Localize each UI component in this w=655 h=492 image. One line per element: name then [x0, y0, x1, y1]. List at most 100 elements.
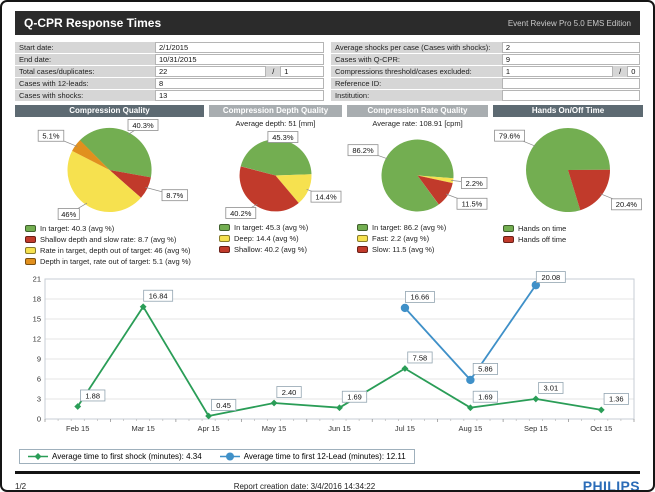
- field-row-cases-12-leads: Cases with 12-leads: 8: [15, 78, 324, 89]
- slash-separator: /: [613, 66, 627, 77]
- legend-item: Shallow: 40.2 (avg %): [209, 245, 342, 254]
- legend-label: In target: 40.3 (avg %): [40, 224, 114, 233]
- legend-swatch-icon: [503, 225, 514, 232]
- field-value: [502, 90, 640, 101]
- legend-item: Hands off time: [493, 235, 643, 244]
- svg-text:Oct 15: Oct 15: [590, 424, 612, 433]
- svg-text:5.1%: 5.1%: [42, 132, 59, 141]
- column-hands-on-off-time: Hands On/Off Time 79.6% 20.4% Hands on ti…: [493, 105, 643, 266]
- legend-item: Slow: 11.5 (avg %): [347, 245, 488, 254]
- legend-swatch-icon: [25, 258, 36, 265]
- line-chart-legend: Average time to first shock (minutes): 4…: [19, 449, 415, 464]
- legend-label: Hands on time: [518, 224, 566, 233]
- legend-swatch-icon: [25, 247, 36, 254]
- legend-label: Slow: 11.5 (avg %): [372, 245, 434, 254]
- section-header-hands-on-off-time: Hands On/Off Time: [493, 105, 643, 117]
- column-compression-quality: Compression Quality 40.3% 8.7% 46% 5.1% In …: [15, 105, 204, 266]
- legend-label: Average time to first shock (minutes): 4…: [52, 452, 202, 461]
- pie-legend-compression-depth-quality: In target: 45.3 (avg %) Deep: 14.4 (avg %…: [209, 223, 342, 254]
- svg-text:0.45: 0.45: [216, 401, 231, 410]
- report-page: Q-CPR Response Times Event Review Pro 5.…: [0, 0, 655, 492]
- page-number: 1/2: [15, 482, 26, 491]
- average-rate-label: Average rate: 108.91 [cpm]: [347, 118, 488, 129]
- svg-text:5.86: 5.86: [478, 365, 493, 374]
- pie-legend-compression-quality: In target: 40.3 (avg %) Shallow depth and…: [15, 224, 204, 266]
- titlebar: Q-CPR Response Times Event Review Pro 5.…: [15, 11, 640, 35]
- field-row-avg-shocks: Average shocks per case (Cases with shoc…: [331, 42, 640, 53]
- svg-text:18: 18: [33, 295, 41, 304]
- legend-swatch-icon: [357, 235, 368, 242]
- svg-text:14.4%: 14.4%: [315, 192, 337, 201]
- field-label: Cases with 12-leads:: [15, 78, 155, 89]
- svg-text:15: 15: [33, 315, 41, 324]
- legend-label: In target: 45.3 (avg %): [234, 223, 308, 232]
- field-row-cases-shocks: Cases with shocks: 13: [15, 90, 324, 101]
- average-depth-label: Average depth: 51 [mm]: [209, 118, 342, 129]
- section-header-compression-quality: Compression Quality: [15, 105, 204, 117]
- series-marker-first-shock-icon: [28, 452, 48, 461]
- footer-rule: [15, 471, 640, 474]
- legend-label: Depth in target, rate out of target: 5.1…: [40, 257, 191, 266]
- page-title: Q-CPR Response Times: [24, 16, 161, 30]
- field-label: Compressions threshold/cases excluded:: [331, 66, 502, 77]
- field-row-total-cases: Total cases/duplicates: 22 / 1: [15, 66, 324, 77]
- svg-text:20.4%: 20.4%: [616, 200, 638, 209]
- pie-section: Compression Quality 40.3% 8.7% 46% 5.1% In …: [15, 105, 640, 266]
- svg-text:1.69: 1.69: [347, 393, 362, 402]
- field-value: [502, 78, 640, 89]
- svg-text:16.84: 16.84: [149, 292, 168, 301]
- svg-text:7.58: 7.58: [413, 353, 428, 362]
- edition-label: Event Review Pro 5.0 EMS Edition: [508, 19, 631, 28]
- field-value-2: 0: [627, 66, 640, 77]
- field-row-institution: Institution:: [331, 90, 640, 101]
- legend-swatch-icon: [357, 246, 368, 253]
- legend-swatch-icon: [357, 224, 368, 231]
- svg-text:21: 21: [33, 275, 41, 284]
- legend-label: Deep: 14.4 (avg %): [234, 234, 299, 243]
- legend-label: Fast: 2.2 (avg %): [372, 234, 429, 243]
- legend-swatch-icon: [219, 224, 230, 231]
- legend-label: Hands off time: [518, 235, 566, 244]
- pie-chart-compression-quality: 40.3% 8.7% 46% 5.1%: [15, 117, 204, 221]
- svg-text:Feb 15: Feb 15: [66, 424, 89, 433]
- field-value: 2: [502, 42, 640, 53]
- field-value: 1: [502, 66, 613, 77]
- field-row-end-date: End date: 10/31/2015: [15, 54, 324, 65]
- legend-item: Depth in target, rate out of target: 5.1…: [15, 257, 204, 266]
- svg-text:1.36: 1.36: [609, 395, 624, 404]
- svg-text:2.40: 2.40: [282, 388, 297, 397]
- pie-legend-compression-rate-quality: In target: 86.2 (avg %)Fast: 2.2 (avg %)…: [347, 223, 488, 254]
- svg-text:0: 0: [37, 415, 41, 424]
- legend-item: Fast: 2.2 (avg %): [347, 234, 488, 243]
- section-header-compression-rate-quality: Compression Rate Quality: [347, 105, 488, 117]
- legend-label: Shallow: 40.2 (avg %): [234, 245, 307, 254]
- svg-text:9: 9: [37, 355, 41, 364]
- pie-chart-compression-rate-quality: 86.2%2.2%11.5%: [347, 129, 488, 220]
- legend-label: Rate in target, depth out of target: 46 …: [40, 246, 191, 255]
- svg-text:46%: 46%: [61, 210, 76, 219]
- legend-item: Deep: 14.4 (avg %): [209, 234, 342, 243]
- svg-text:45.3%: 45.3%: [272, 133, 294, 142]
- svg-text:Sep 15: Sep 15: [524, 424, 548, 433]
- summary-right-column: Average shocks per case (Cases with shoc…: [331, 42, 640, 101]
- field-value: 22: [155, 66, 266, 77]
- field-value: 8: [155, 78, 324, 89]
- svg-text:3: 3: [37, 395, 41, 404]
- field-value: 10/31/2015: [155, 54, 324, 65]
- svg-text:40.3%: 40.3%: [132, 121, 154, 130]
- svg-text:79.6%: 79.6%: [499, 131, 521, 140]
- svg-text:2.2%: 2.2%: [466, 179, 483, 188]
- footer: 1/2 Report creation date: 3/4/2016 14:34…: [15, 478, 640, 492]
- svg-text:8.7%: 8.7%: [166, 191, 183, 200]
- legend-swatch-icon: [219, 235, 230, 242]
- svg-text:16.66: 16.66: [411, 293, 430, 302]
- field-row-compressions-threshold: Compressions threshold/cases excluded: 1…: [331, 66, 640, 77]
- legend-item-first-12lead: Average time to first 12-Lead (minutes):…: [220, 452, 406, 461]
- legend-item: Shallow depth and slow rate: 8.7 (avg %): [15, 235, 204, 244]
- section-header-compression-depth-quality: Compression Depth Quality: [209, 105, 342, 117]
- svg-text:12: 12: [33, 335, 41, 344]
- series-marker-first-12lead-icon: [220, 452, 240, 461]
- field-row-start-date: Start date: 2/1/2015: [15, 42, 324, 53]
- legend-label: Shallow depth and slow rate: 8.7 (avg %): [40, 235, 176, 244]
- summary-left-column: Start date: 2/1/2015 End date: 10/31/201…: [15, 42, 324, 101]
